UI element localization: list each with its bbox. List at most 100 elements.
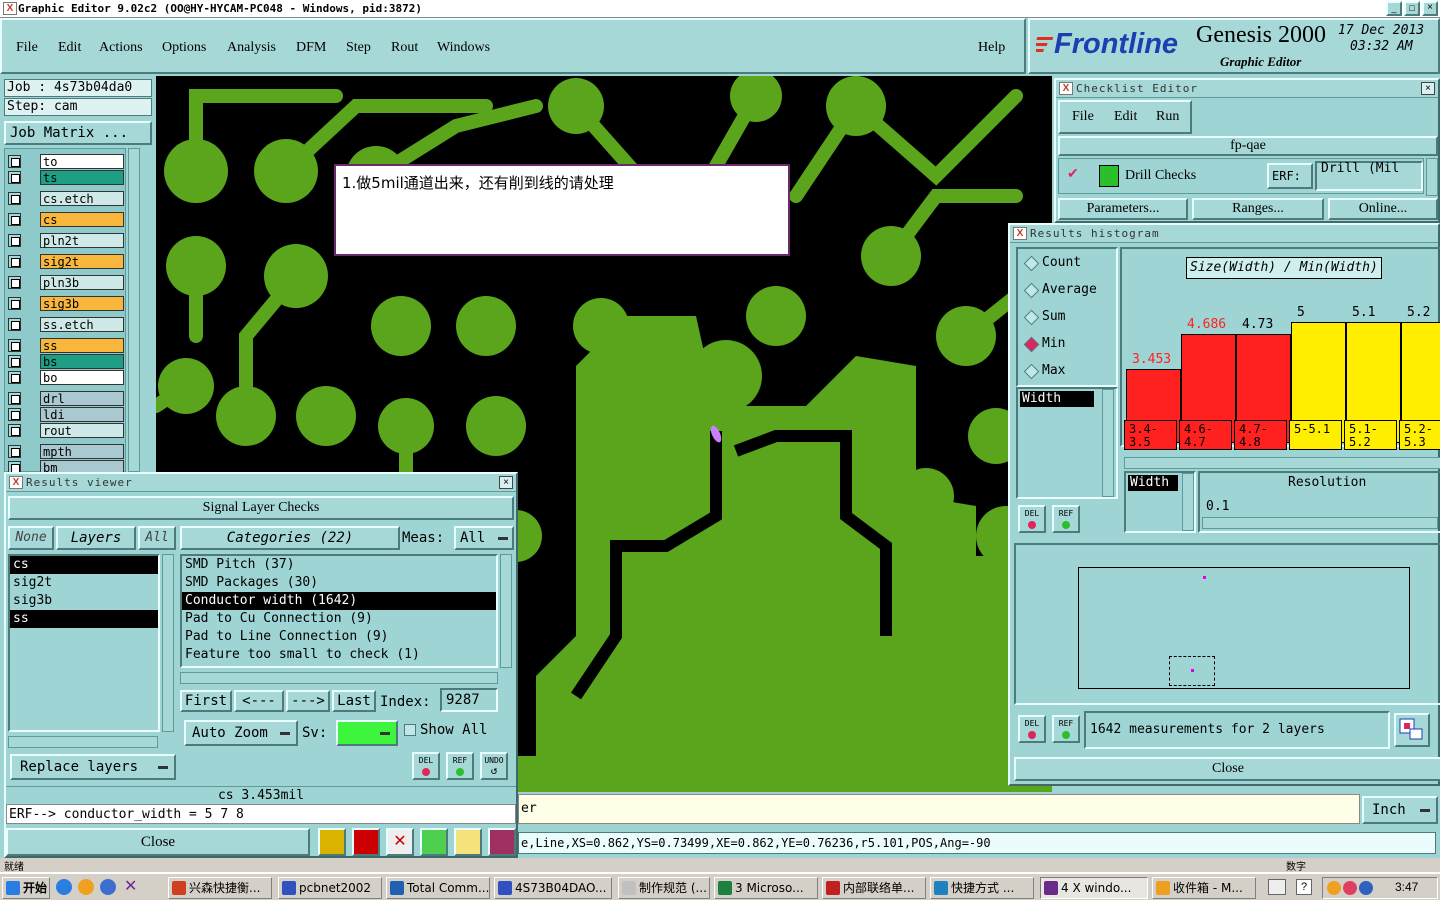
mode-max[interactable]: Max [1022,359,1118,383]
results-close-icon[interactable]: × [499,476,513,489]
menu-dfm[interactable]: DFM [296,40,326,56]
layer-row-pln3b[interactable]: pln3b [6,275,124,290]
layer-checkbox[interactable] [8,297,21,310]
layer-name[interactable]: pln3b [40,275,124,290]
category-item[interactable]: Conductor width (1642) [182,592,496,610]
tray-icon-3[interactable] [1359,881,1373,895]
layer-checkbox[interactable] [8,408,21,421]
layer-row-rout[interactable]: rout [6,423,124,438]
menu-options[interactable]: Options [162,40,206,56]
layer-name[interactable]: sig3b [40,296,124,311]
help-icon[interactable]: ? [1296,879,1312,895]
tool-notes-icon[interactable] [454,828,482,856]
layer-checkbox[interactable] [8,213,21,226]
layer-row-sig2t[interactable]: sig2t [6,254,124,269]
resolution-slider[interactable] [1202,517,1438,529]
meas-dropdown[interactable]: All [454,526,514,550]
attribute2-scrollbar[interactable] [1182,473,1194,531]
menu-actions[interactable]: Actions [99,40,143,56]
layers-all-button[interactable]: All [138,526,176,550]
x-server-icon[interactable]: ✕ [124,876,137,896]
layer-checkbox[interactable] [8,255,21,268]
histogram-bin-range[interactable]: 5-5.1 [1289,420,1342,450]
histogram-bin-range[interactable]: 4.6-4.7 [1179,420,1232,450]
start-button[interactable]: 开始 [2,877,50,899]
histogram-bin-range[interactable]: 3.4-3.5 [1124,420,1177,450]
layer-checkbox[interactable] [8,339,21,352]
layer-name[interactable]: ldi [40,407,124,422]
layer-name[interactable]: bo [40,370,124,385]
results-ref-button[interactable]: REF [446,752,474,780]
tool-chart-icon[interactable] [488,828,516,856]
first-button[interactable]: First [180,690,232,712]
results-del-button[interactable]: DEL [412,752,440,780]
layer-checkbox[interactable] [8,355,21,368]
mode-sum[interactable]: Sum [1022,305,1118,329]
maximize-icon[interactable]: □ [1404,1,1420,16]
keyboard-icon[interactable] [1268,879,1286,895]
tool-number-icon[interactable] [420,828,448,856]
ie-icon[interactable] [56,879,72,895]
mode-average[interactable]: Average [1022,278,1118,302]
layer-name[interactable]: ss.etch [40,317,124,332]
results-layer-list[interactable]: cs sig2t sig3b ss [8,554,160,732]
results-layer-item[interactable]: sig3b [10,592,158,610]
layer-list-scrollbar[interactable] [128,148,140,472]
menu-help[interactable]: Help [978,40,1005,56]
taskbar-item[interactable]: 制作规范 (... [618,877,710,899]
results-close-button[interactable]: Close [6,828,310,856]
results-layer-item[interactable]: sig2t [10,574,158,592]
results-layer-item[interactable]: cs [10,556,158,574]
layer-checkbox[interactable] [8,445,21,458]
index-input[interactable]: 9287 [440,688,498,712]
layer-checkbox[interactable] [8,371,21,384]
replace-layers-dropdown[interactable]: Replace layers [10,754,176,780]
ranges-button[interactable]: Ranges... [1192,198,1324,220]
checklist-menu-edit[interactable]: Edit [1114,109,1137,125]
layer-name[interactable]: cs.etch [40,191,124,206]
attribute2-item[interactable]: Width [1128,475,1178,491]
layer-checkbox[interactable] [8,424,21,437]
results-layer-scrollbar[interactable] [162,554,174,732]
menu-edit[interactable]: Edit [58,40,81,56]
layer-name[interactable]: sig2t [40,254,124,269]
category-item[interactable]: SMD Pitch (37) [182,556,496,574]
minimize-icon[interactable]: _ [1386,1,1402,16]
taskbar-item[interactable]: pcbnet2002 [278,877,382,899]
menu-rout[interactable]: Rout [391,40,418,56]
menu-file[interactable]: File [16,40,38,56]
results-undo-button[interactable]: UNDO ↺ [480,752,508,780]
tool-cancel-icon[interactable]: ✕ [386,828,414,856]
layer-checkbox[interactable] [8,155,21,168]
category-item[interactable]: SMD Packages (30) [182,574,496,592]
quicklaunch-icon[interactable] [78,879,94,895]
taskbar-item[interactable]: 4 X windo... [1040,877,1148,899]
layer-name[interactable]: ts [40,170,124,185]
menu-analysis[interactable]: Analysis [227,40,276,56]
layer-row-bo[interactable]: bo [6,370,124,385]
layer-row-sig3b[interactable]: sig3b [6,296,124,311]
layer-row-pln2t[interactable]: pln2t [6,233,124,248]
tray-icon-1[interactable] [1327,881,1341,895]
tray-icon-2[interactable] [1343,881,1357,895]
layer-row-mpth[interactable]: mpth [6,444,124,459]
erf-value[interactable]: Drill (Mil [1315,161,1423,191]
mode-min[interactable]: Min [1022,332,1118,356]
layers-none-button[interactable]: None [8,526,54,550]
layer-name[interactable]: mpth [40,444,124,459]
last-button[interactable]: Last [332,690,376,712]
online-button[interactable]: Online... [1328,198,1438,220]
parameters-button[interactable]: Parameters... [1058,198,1188,220]
taskbar-item[interactable]: 收件箱 - M... [1152,877,1256,899]
taskbar-item[interactable]: 兴森快捷衡... [168,877,272,899]
layer-name[interactable]: bs [40,354,124,369]
layer-row-ldi[interactable]: ldi [6,407,124,422]
layer-row-ss-etch[interactable]: ss.etch [6,317,124,332]
checklist-menu-run[interactable]: Run [1156,109,1179,125]
taskbar-item[interactable]: 4S73B04DAO... [494,877,612,899]
layer-checkbox[interactable] [8,234,21,247]
layer-name[interactable]: pln2t [40,233,124,248]
layer-row-cs-etch[interactable]: cs.etch [6,191,124,206]
menu-windows[interactable]: Windows [437,40,490,56]
next-button[interactable]: ---> [286,690,330,712]
